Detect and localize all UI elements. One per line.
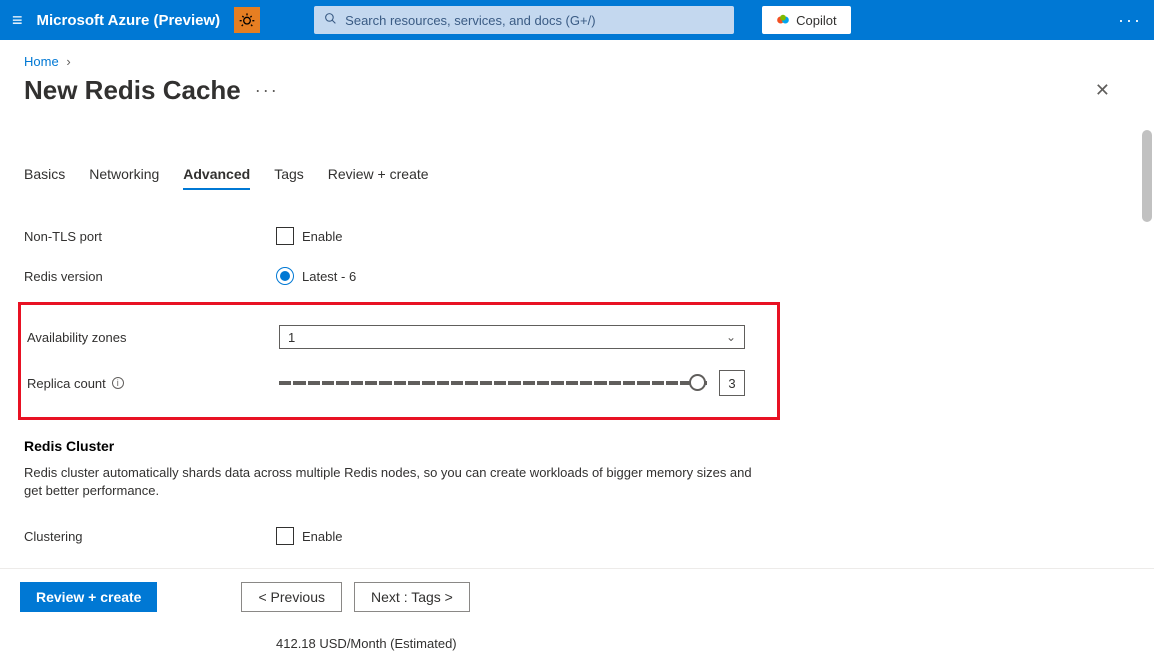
breadcrumb: Home › — [0, 40, 1154, 69]
clustering-enable-label: Enable — [302, 529, 342, 544]
availability-zones-label: Availability zones — [27, 330, 279, 345]
search-icon — [324, 12, 337, 28]
copilot-icon — [776, 13, 790, 27]
next-button[interactable]: Next : Tags > — [354, 582, 470, 612]
chevron-right-icon: › — [66, 54, 70, 69]
replica-slider[interactable] — [279, 381, 707, 385]
tab-review-create[interactable]: Review + create — [328, 166, 429, 190]
page-title: New Redis Cache — [24, 75, 241, 106]
redis-version-value: Latest - 6 — [302, 269, 356, 284]
search-box[interactable] — [314, 6, 734, 34]
tab-basics[interactable]: Basics — [24, 166, 65, 190]
tab-advanced[interactable]: Advanced — [183, 166, 250, 190]
top-bar: ≡ Microsoft Azure (Preview) Copilot ··· — [0, 0, 1154, 40]
replica-count-value[interactable]: 3 — [719, 370, 745, 396]
clustering-checkbox[interactable] — [276, 527, 294, 545]
breadcrumb-home[interactable]: Home — [24, 54, 59, 69]
chevron-down-icon: ⌄ — [726, 330, 736, 344]
availability-zones-dropdown[interactable]: 1 ⌄ — [279, 325, 745, 349]
row-replica-count: Replica count i — [21, 363, 777, 403]
tabs: Basics Networking Advanced Tags Review +… — [24, 166, 1130, 190]
bug-icon[interactable] — [234, 7, 260, 33]
scrollbar[interactable] — [1140, 130, 1154, 558]
non-tls-label: Non-TLS port — [24, 229, 276, 244]
review-create-button[interactable]: Review + create — [20, 582, 157, 612]
title-row: New Redis Cache ··· ✕ — [0, 69, 1154, 106]
non-tls-checkbox[interactable] — [276, 227, 294, 245]
replica-slider-thumb[interactable] — [689, 374, 706, 391]
previous-button[interactable]: < Previous — [241, 582, 342, 612]
non-tls-enable-label: Enable — [302, 229, 342, 244]
title-more-icon[interactable]: ··· — [255, 80, 279, 101]
tab-tags[interactable]: Tags — [274, 166, 304, 190]
clustering-label: Clustering — [24, 529, 276, 544]
brand-label: Microsoft Azure (Preview) — [37, 12, 221, 29]
tab-networking[interactable]: Networking — [89, 166, 159, 190]
row-clustering: Clustering Enable — [24, 516, 1130, 556]
redis-version-label: Redis version — [24, 269, 276, 284]
copilot-button[interactable]: Copilot — [762, 6, 850, 34]
menu-icon[interactable]: ≡ — [12, 10, 23, 31]
footer: Review + create < Previous Next : Tags > — [0, 568, 1154, 624]
replica-count-label: Replica count i — [27, 376, 279, 391]
search-input[interactable] — [345, 13, 724, 28]
more-icon[interactable]: ··· — [1118, 10, 1142, 31]
close-icon[interactable]: ✕ — [1095, 80, 1130, 101]
availability-zones-value: 1 — [288, 330, 295, 345]
row-availability-zones: Availability zones 1 ⌄ — [21, 317, 777, 357]
price-label: 412.18 USD/Month (Estimated) — [276, 636, 1130, 651]
cluster-heading: Redis Cluster — [24, 438, 1130, 454]
scroll-thumb[interactable] — [1142, 130, 1152, 222]
copilot-label: Copilot — [796, 13, 836, 28]
redis-version-radio[interactable] — [276, 267, 294, 285]
highlight-box: Availability zones 1 ⌄ Replica count i — [18, 302, 780, 420]
row-non-tls: Non-TLS port Enable — [24, 216, 1130, 256]
info-icon[interactable]: i — [112, 377, 124, 389]
row-redis-version: Redis version Latest - 6 — [24, 256, 1130, 296]
cluster-description: Redis cluster automatically shards data … — [24, 464, 764, 500]
